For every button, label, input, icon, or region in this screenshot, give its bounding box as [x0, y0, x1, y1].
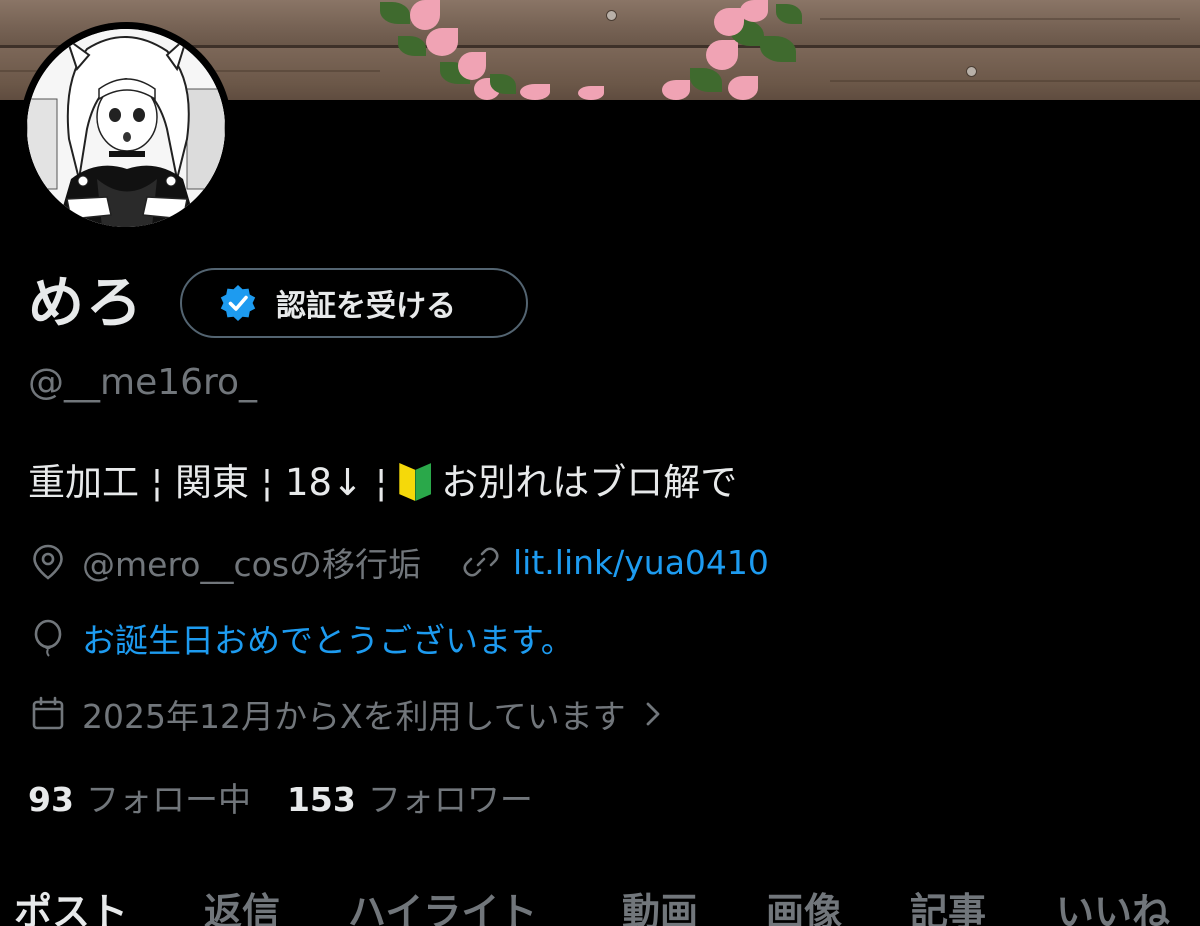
avatar-illustration	[27, 29, 225, 227]
banner-flower	[410, 0, 440, 30]
chevron-right-icon	[646, 702, 659, 726]
profile-location-row: @mero__cosの移行垢 lit.link/yua0410	[28, 536, 769, 588]
banner-flower	[706, 40, 738, 70]
beginner-mark-icon	[399, 463, 432, 503]
follow-stats: 93 フォロー中 153 フォロワー	[28, 774, 533, 826]
banner-flower	[458, 52, 486, 80]
tab-highlights[interactable]: ハイライト	[348, 886, 537, 926]
tab-images[interactable]: 画像	[766, 886, 842, 926]
balloon-icon	[34, 619, 62, 657]
profile-avatar[interactable]	[20, 22, 232, 234]
bio-text-part2: お別れはブロ解で	[441, 461, 738, 504]
get-verified-button[interactable]: 認証を受ける	[180, 268, 528, 338]
get-verified-label: 認証を受ける	[276, 289, 456, 324]
following-label: フォロー中	[85, 780, 251, 819]
tab-likes[interactable]: いいね	[1056, 886, 1170, 926]
following-count: 93	[28, 780, 74, 819]
tab-videos[interactable]: 動画	[622, 886, 698, 926]
banner-flower	[740, 0, 768, 22]
banner-screw	[606, 10, 617, 21]
profile-birthday-row: お誕生日おめでとうございます。	[28, 612, 574, 664]
display-name: めろ	[28, 271, 144, 336]
followers-link[interactable]: 153 フォロワー	[287, 774, 533, 826]
website-link[interactable]: lit.link/yua0410	[513, 543, 769, 582]
following-link[interactable]: 93 フォロー中	[28, 774, 251, 826]
tab-articles[interactable]: 記事	[910, 886, 986, 926]
verified-badge-icon	[220, 285, 256, 321]
user-handle: @__me16ro_	[28, 362, 258, 403]
tab-replies[interactable]: 返信	[204, 886, 280, 926]
location-text: @mero__cosの移行垢	[82, 545, 422, 584]
calendar-icon	[32, 696, 64, 730]
bio-text-part1: 重加工 ¦ 関東 ¦ 18↓ ¦	[28, 461, 388, 504]
banner-flower	[662, 80, 690, 100]
profile-joined-row[interactable]: 2025年12月からXを利用しています	[28, 688, 666, 740]
banner-flower	[520, 84, 550, 100]
profile-bio: 重加工 ¦ 関東 ¦ 18↓ ¦ お別れはブロ解で	[28, 455, 737, 511]
link-icon	[463, 547, 499, 577]
banner-flower	[578, 86, 604, 100]
tab-posts[interactable]: ポスト	[14, 886, 128, 926]
banner-flower	[426, 28, 458, 56]
banner-flower	[728, 76, 758, 100]
birthday-message: お誕生日おめでとうございます。	[82, 621, 574, 660]
followers-label: フォロワー	[367, 780, 533, 819]
avatar-image	[27, 29, 225, 227]
banner-screw	[966, 66, 977, 77]
banner-grain	[830, 80, 1200, 82]
followers-count: 153	[286, 780, 356, 819]
location-pin-icon	[33, 544, 63, 580]
profile-tabs: ポスト 返信 ハイライト 動画 画像 記事 いいね	[0, 886, 1200, 926]
banner-grain	[820, 18, 1180, 20]
joined-date-text: 2025年12月からXを利用しています	[82, 697, 626, 736]
